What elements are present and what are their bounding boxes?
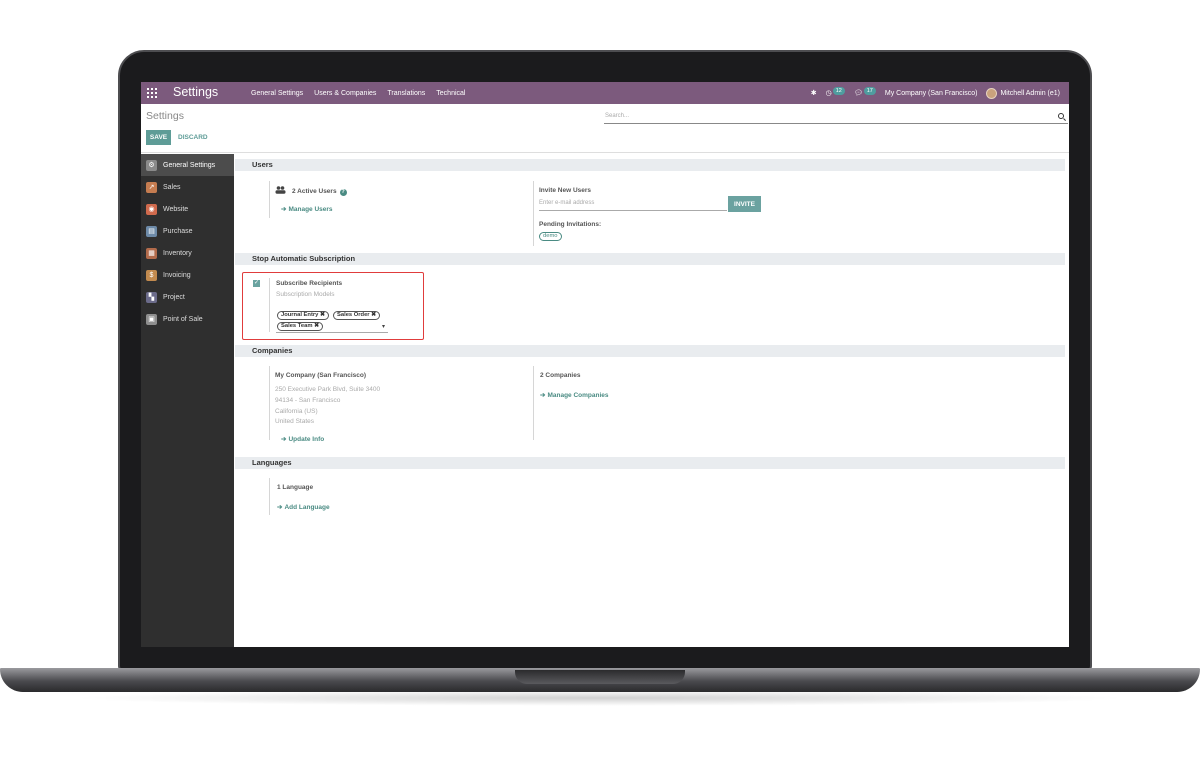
manage-users-link[interactable]: ➔ Manage Users bbox=[281, 205, 333, 213]
pending-invitations-title: Pending Invitations: bbox=[539, 221, 602, 228]
companies-count: 2 Companies bbox=[540, 372, 581, 379]
avatar bbox=[986, 87, 998, 99]
menu-translations[interactable]: Translations bbox=[387, 90, 425, 97]
chevron-down-icon[interactable]: ▾ bbox=[382, 323, 385, 330]
sidebar-item-label: Website bbox=[163, 205, 189, 213]
section-companies-heading: Companies bbox=[235, 345, 1065, 357]
control-panel: Settings SAVE DISCARD Search... bbox=[141, 104, 1069, 153]
settings-content: Users 2 Active Users? ➔ Manage Users Invi… bbox=[235, 154, 1069, 647]
app-title: Settings bbox=[173, 85, 219, 99]
arrow-right-icon: ➔ bbox=[281, 206, 287, 213]
sidebar-item-label: Project bbox=[163, 293, 185, 301]
language-count: 1 Language bbox=[277, 484, 314, 491]
inventory-icon: ▦ bbox=[146, 247, 157, 259]
sidebar-item-label: Sales bbox=[163, 183, 181, 191]
divider bbox=[269, 478, 270, 515]
update-info-link[interactable]: ➔ Update Info bbox=[281, 435, 324, 443]
breadcrumb: Settings bbox=[146, 110, 184, 122]
divider bbox=[269, 181, 270, 218]
pending-invitation-tag[interactable]: demo bbox=[539, 232, 562, 241]
top-menu: General Settings Users & Companies Trans… bbox=[251, 82, 476, 104]
divider bbox=[269, 278, 270, 332]
company-name: My Company (San Francisco) bbox=[275, 372, 367, 379]
settings-sidebar: ⚙ General Settings ↗ Sales ◉ Website ▤ P… bbox=[141, 154, 234, 647]
company-address-line: California (US) bbox=[275, 408, 318, 415]
company-address-line: 250 Executive Park Blvd, Suite 3400 bbox=[275, 386, 381, 393]
sidebar-item-general-settings[interactable]: ⚙ General Settings bbox=[141, 154, 234, 176]
arrow-right-icon: ➔ bbox=[277, 504, 283, 511]
subscribe-recipients-checkbox[interactable]: ✓ bbox=[253, 280, 260, 287]
divider bbox=[533, 366, 534, 440]
sidebar-item-label: Invoicing bbox=[163, 271, 191, 279]
activity-badge: 12 bbox=[832, 87, 845, 95]
company-switcher[interactable]: My Company (San Francisco) bbox=[885, 90, 978, 97]
project-icon: ▚ bbox=[146, 291, 157, 303]
messages-button[interactable]: 💬︎ 17 bbox=[853, 87, 876, 97]
arrow-right-icon: ➔ bbox=[281, 436, 287, 443]
invite-button[interactable]: INVITE bbox=[728, 196, 761, 212]
search-icon[interactable] bbox=[1058, 113, 1067, 122]
systray: ✱ ◷ 12 💬︎ 17 My Company (San Francisco) … bbox=[811, 82, 1069, 104]
sales-icon: ↗ bbox=[146, 181, 157, 193]
arrow-right-icon: ➔ bbox=[540, 392, 546, 399]
section-users-heading: Users bbox=[235, 159, 1065, 171]
sidebar-item-purchase[interactable]: ▤ Purchase bbox=[141, 220, 234, 242]
gear-icon: ⚙ bbox=[146, 159, 157, 171]
sidebar-item-label: Inventory bbox=[163, 249, 192, 257]
user-menu[interactable]: Mitchell Admin (e1) bbox=[986, 87, 1060, 99]
sidebar-item-sales[interactable]: ↗ Sales bbox=[141, 176, 234, 198]
menu-technical[interactable]: Technical bbox=[436, 90, 465, 97]
sidebar-item-label: Purchase bbox=[163, 227, 193, 235]
company-address-line: United States bbox=[275, 418, 315, 425]
section-languages-heading: Languages bbox=[235, 457, 1065, 469]
tag-sales-order[interactable]: Sales Order ✖ bbox=[333, 311, 381, 320]
company-address-line: 94134 - San Francisco bbox=[275, 397, 341, 404]
globe-icon: ◉ bbox=[146, 203, 157, 215]
invite-email-input[interactable]: Enter e-mail address bbox=[539, 198, 727, 211]
screen: Settings General Settings Users & Compan… bbox=[141, 82, 1069, 647]
subscription-models-input[interactable] bbox=[276, 332, 388, 333]
sidebar-item-project[interactable]: ▚ Project bbox=[141, 286, 234, 308]
section-subscription-heading: Stop Automatic Subscription bbox=[235, 253, 1065, 265]
sidebar-item-label: Point of Sale bbox=[163, 315, 203, 323]
chat-icon: 💬︎ bbox=[853, 90, 863, 97]
messages-badge: 17 bbox=[863, 87, 876, 95]
top-navbar: Settings General Settings Users & Compan… bbox=[141, 82, 1069, 104]
tag-sales-team[interactable]: Sales Team ✖ bbox=[277, 322, 323, 331]
help-icon[interactable]: ? bbox=[339, 189, 347, 196]
menu-general-settings[interactable]: General Settings bbox=[251, 90, 303, 97]
pos-icon: ▣ bbox=[146, 313, 157, 325]
bug-icon[interactable]: ✱ bbox=[811, 89, 817, 97]
subscription-models-label: Subscription Models bbox=[276, 291, 335, 298]
invoice-icon: $ bbox=[146, 269, 157, 281]
menu-users-companies[interactable]: Users & Companies bbox=[314, 90, 376, 97]
manage-companies-link[interactable]: ➔ Manage Companies bbox=[540, 391, 609, 399]
divider bbox=[269, 366, 270, 440]
sidebar-item-invoicing[interactable]: $ Invoicing bbox=[141, 264, 234, 286]
laptop-shadow bbox=[70, 690, 1130, 706]
active-users-count: 2 Active Users? bbox=[292, 188, 347, 196]
discard-button[interactable]: DISCARD bbox=[178, 134, 208, 141]
sidebar-item-point-of-sale[interactable]: ▣ Point of Sale bbox=[141, 308, 234, 330]
users-icon bbox=[275, 186, 286, 194]
laptop-notch bbox=[515, 670, 685, 684]
tag-journal-entry[interactable]: Journal Entry ✖ bbox=[277, 311, 329, 320]
apps-menu-icon[interactable] bbox=[147, 88, 157, 98]
sidebar-item-inventory[interactable]: ▦ Inventory bbox=[141, 242, 234, 264]
clock-icon: ◷ bbox=[825, 90, 832, 97]
invite-title: Invite New Users bbox=[539, 187, 592, 194]
add-language-link[interactable]: ➔ Add Language bbox=[277, 503, 330, 511]
sidebar-item-label: General Settings bbox=[163, 161, 216, 169]
save-button[interactable]: SAVE bbox=[146, 130, 171, 145]
sidebar-item-website[interactable]: ◉ Website bbox=[141, 198, 234, 220]
user-name: Mitchell Admin (e1) bbox=[1000, 89, 1060, 97]
purchase-icon: ▤ bbox=[146, 225, 157, 237]
subscribe-recipients-label: Subscribe Recipients bbox=[276, 280, 343, 287]
activity-button[interactable]: ◷ 12 bbox=[825, 87, 845, 97]
search-input[interactable]: Search... bbox=[604, 110, 1068, 124]
divider bbox=[533, 181, 534, 246]
